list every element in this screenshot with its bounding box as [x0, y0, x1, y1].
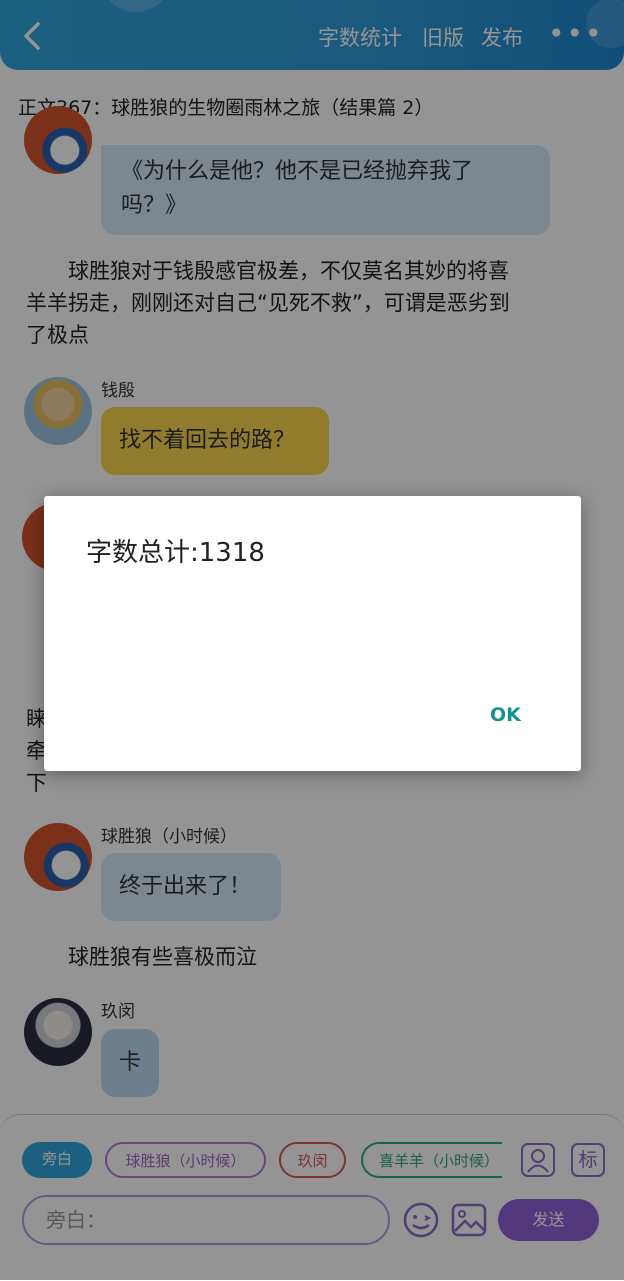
- ok-button[interactable]: OK: [490, 704, 521, 726]
- dialog-message: 字数总计:1318: [86, 538, 265, 568]
- word-count-dialog: 字数总计:1318 OK: [44, 496, 581, 771]
